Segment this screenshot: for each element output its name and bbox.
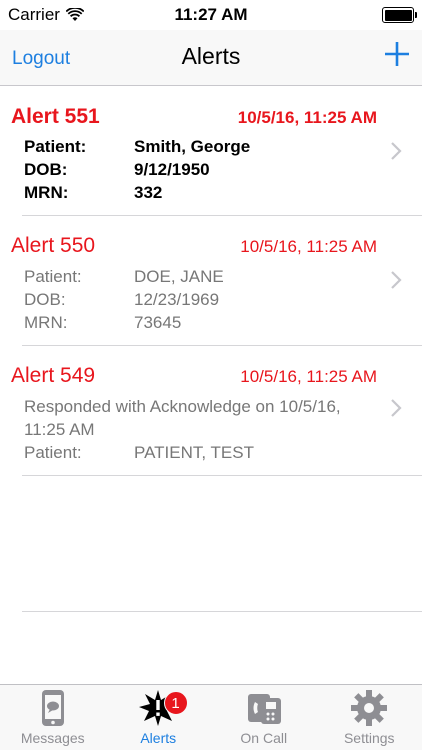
alert-time: 10/5/16, 11:25 AM	[240, 367, 377, 386]
messages-phone-icon	[41, 690, 64, 726]
chevron-right-icon	[391, 271, 402, 289]
tab-bar: Messages 1 Alerts On Call Settings	[0, 684, 422, 750]
tab-label: Settings	[343, 730, 395, 746]
alert-row[interactable]: Alert 551 10/5/16, 11:25 AM Patient: Smit…	[11, 87, 422, 216]
alert-header: Alert 550 10/5/16, 11:25 AM	[11, 234, 377, 258]
field-label: Patient:	[24, 443, 82, 462]
alerts-list: Alert 551 10/5/16, 11:25 AM Patient: Smit…	[0, 87, 422, 476]
chevron-right-icon	[391, 142, 402, 160]
navigation-bar: Logout Alerts	[0, 30, 422, 86]
mrn-field: MRN: 73645	[24, 313, 181, 333]
field-value: 12/23/1969	[134, 290, 220, 309]
tab-label: Alerts	[140, 730, 177, 746]
field-label: Patient:	[24, 267, 82, 286]
field-label: DOB:	[24, 290, 66, 309]
patient-field: Patient: Smith, George	[24, 137, 250, 157]
alert-time: 10/5/16, 11:25 AM	[237, 108, 377, 127]
alert-title: Alert 549	[11, 364, 96, 387]
alert-header: Alert 549 10/5/16, 11:25 AM	[11, 364, 377, 388]
tab-messages[interactable]: Messages	[0, 685, 106, 750]
field-value: 9/12/1950	[134, 160, 210, 179]
response-note: Responded with Acknowledge on 10/5/16, 1…	[24, 397, 341, 439]
status-time: 11:27 AM	[174, 5, 248, 24]
dob-field: DOB: 9/12/1950	[24, 160, 210, 180]
field-label: Patient:	[24, 137, 87, 156]
dob-field: DOB: 12/23/1969	[24, 290, 219, 310]
tab-label: Messages	[20, 730, 85, 746]
patient-field: Patient: DOE, JANE	[24, 267, 224, 287]
field-value: DOE, JANE	[134, 267, 224, 286]
gear-icon	[351, 690, 388, 726]
chevron-right-icon	[391, 399, 402, 417]
tab-settings[interactable]: Settings	[317, 685, 422, 750]
alert-title: Alert 550	[11, 234, 96, 257]
field-label: DOB:	[24, 160, 68, 179]
tab-label: On Call	[240, 730, 288, 746]
tab-alerts[interactable]: 1 Alerts	[106, 685, 212, 750]
alert-title: Alert 551	[11, 105, 100, 128]
field-value: Smith, George	[134, 137, 251, 156]
page-title: Alerts	[181, 43, 241, 69]
field-label: MRN:	[24, 183, 69, 202]
field-value: 332	[134, 183, 163, 202]
field-value: 73645	[134, 313, 182, 332]
on-call-phone-icon	[247, 694, 281, 724]
field-value: PATIENT, TEST	[134, 443, 254, 462]
alert-time: 10/5/16, 11:25 AM	[240, 237, 377, 256]
field-label: MRN:	[24, 313, 68, 332]
status-bar: Carrier 11:27 AM	[0, 0, 422, 30]
alert-header: Alert 551 10/5/16, 11:25 AM	[11, 105, 377, 129]
plus-icon[interactable]	[384, 41, 410, 67]
mrn-field: MRN: 332	[24, 183, 162, 203]
alert-row[interactable]: Alert 550 10/5/16, 11:25 AM Patient: DOE,…	[11, 216, 422, 346]
alert-count-badge: 1	[163, 691, 188, 715]
alert-row[interactable]: Alert 549 10/5/16, 11:25 AM Responded wi…	[11, 346, 422, 476]
battery-icon	[382, 7, 417, 23]
tab-on-call[interactable]: On Call	[211, 685, 317, 750]
list-separator	[22, 611, 422, 612]
patient-field: Patient: PATIENT, TEST	[24, 443, 254, 463]
